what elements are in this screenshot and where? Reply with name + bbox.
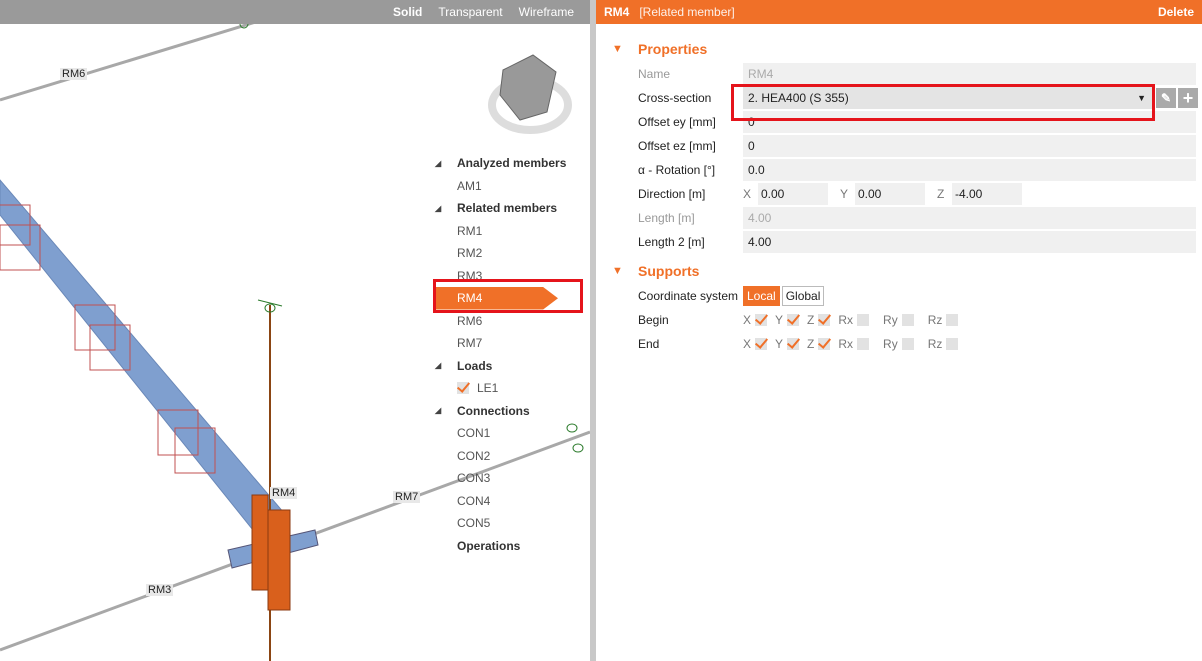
dof-label: Y	[775, 313, 784, 327]
properties-section[interactable]: ▼ Properties	[596, 36, 1202, 62]
dof-label: Rx	[838, 337, 854, 351]
delete-button[interactable]: Delete	[1158, 5, 1194, 19]
model-tree: ◢ Analyzed members AM1 ◢ Related members R…	[432, 152, 587, 557]
panel-title: RM4	[604, 5, 630, 19]
length2-field[interactable]: 4.00	[743, 231, 1196, 253]
add-plus-icon[interactable]: +	[1178, 88, 1198, 108]
direction-z-field[interactable]: -4.00	[952, 183, 1022, 205]
begin-label: Begin	[638, 313, 669, 327]
axis-y-label: Y	[840, 187, 849, 201]
end-rx-checkbox[interactable]	[857, 338, 870, 350]
member-label-rm7: RM7	[393, 491, 421, 503]
end-label: End	[638, 337, 660, 351]
tree-group-analyzed-members[interactable]: ◢ Analyzed members	[432, 152, 587, 175]
offset-ey-label: Offset ey [mm]	[638, 115, 716, 129]
tree-group-operations[interactable]: Operations	[432, 535, 587, 558]
rotation-label: α - Rotation [°]	[638, 163, 716, 177]
supports-section[interactable]: ▼ Supports	[596, 258, 1202, 284]
edit-pencil-icon[interactable]: ✎	[1156, 88, 1176, 108]
begin-supports: X Y Z Rx Ry Rz	[743, 313, 972, 327]
end-z-checkbox[interactable]	[818, 338, 831, 350]
tree-item-con2[interactable]: CON2	[432, 445, 587, 468]
cross-section-label: Cross-section	[638, 91, 712, 105]
dof-label: X	[743, 313, 752, 327]
direction-label: Direction [m]	[638, 187, 706, 201]
collapse-icon[interactable]: ◢	[432, 204, 457, 213]
offset-ez-field[interactable]: 0	[743, 135, 1196, 157]
begin-z-checkbox[interactable]	[818, 314, 831, 326]
end-supports: X Y Z Rx Ry Rz	[743, 337, 972, 351]
length2-label: Length 2 [m]	[638, 235, 705, 249]
dof-label: Rz	[927, 337, 943, 351]
render-mode-bar: Solid Transparent Wireframe	[0, 0, 590, 24]
dof-label: Ry	[883, 337, 898, 351]
dof-label: Rz	[927, 313, 943, 327]
begin-y-checkbox[interactable]	[787, 314, 800, 326]
tree-item-am1[interactable]: AM1	[432, 175, 587, 198]
dof-label: Z	[807, 313, 815, 327]
coordinate-system-label: Coordinate system	[638, 289, 739, 303]
member-label-rm4: RM4	[270, 487, 298, 499]
tree-group-loads[interactable]: ◢ Loads	[432, 355, 587, 378]
dof-label: Ry	[883, 313, 898, 327]
axis-z-label: Z	[937, 187, 945, 201]
panel-subtitle: [Related member]	[639, 5, 735, 19]
name-label: Name	[638, 67, 671, 81]
mode-solid[interactable]: Solid	[393, 5, 422, 19]
end-rz-checkbox[interactable]	[946, 338, 959, 350]
highlight-box	[433, 279, 583, 313]
end-ry-checkbox[interactable]	[901, 338, 914, 350]
tree-item-con4[interactable]: CON4	[432, 490, 587, 513]
dof-label: Y	[775, 337, 784, 351]
load-checkbox[interactable]	[457, 382, 469, 395]
length-label: Length [m]	[638, 211, 695, 225]
length-field: 4.00	[743, 207, 1196, 229]
tree-item-con3[interactable]: CON3	[432, 467, 587, 490]
local-toggle[interactable]: Local	[743, 286, 780, 306]
collapse-arrow-icon[interactable]: ▼	[612, 43, 638, 55]
begin-rz-checkbox[interactable]	[946, 314, 959, 326]
direction-x-field[interactable]: 0.00	[758, 183, 828, 205]
end-y-checkbox[interactable]	[787, 338, 800, 350]
tree-item-rm1[interactable]: RM1	[432, 220, 587, 243]
dof-label: Rx	[838, 313, 854, 327]
highlight-box	[731, 84, 1155, 121]
direction-y-field[interactable]: 0.00	[855, 183, 925, 205]
mode-wireframe[interactable]: Wireframe	[519, 5, 574, 19]
member-label-rm6: RM6	[60, 68, 88, 80]
rotation-field[interactable]: 0.0	[743, 159, 1196, 181]
collapse-icon[interactable]: ◢	[432, 406, 457, 415]
panel-header: RM4 [Related member] Delete	[596, 0, 1202, 24]
dof-label: X	[743, 337, 752, 351]
tree-group-related-members[interactable]: ◢ Related members	[432, 197, 587, 220]
properties-panel: RM4 [Related member] Delete ▼ Properties …	[596, 0, 1202, 661]
3d-viewport[interactable]: RM6 RM4 RM7 RM3 Solid Transparent Wirefr…	[0, 0, 590, 661]
collapse-arrow-icon[interactable]: ▼	[612, 265, 638, 277]
tree-item-con1[interactable]: CON1	[432, 422, 587, 445]
view-cube-icon[interactable]	[488, 54, 572, 134]
begin-ry-checkbox[interactable]	[901, 314, 914, 326]
tree-item-rm2[interactable]: RM2	[432, 242, 587, 265]
tree-item-rm7[interactable]: RM7	[432, 332, 587, 355]
global-toggle[interactable]: Global	[781, 286, 825, 306]
begin-rx-checkbox[interactable]	[857, 314, 870, 326]
member-label-rm3: RM3	[146, 584, 174, 596]
name-field: RM4	[743, 63, 1196, 85]
tree-item-con5[interactable]: CON5	[432, 512, 587, 535]
begin-x-checkbox[interactable]	[755, 314, 768, 326]
mode-transparent[interactable]: Transparent	[438, 5, 502, 19]
offset-ez-label: Offset ez [mm]	[638, 139, 716, 153]
end-x-checkbox[interactable]	[755, 338, 768, 350]
dof-label: Z	[807, 337, 815, 351]
member-am1[interactable]	[0, 179, 291, 546]
axis-x-label: X	[743, 187, 752, 201]
tree-group-connections[interactable]: ◢ Connections	[432, 400, 587, 423]
collapse-icon[interactable]: ◢	[432, 159, 457, 168]
tree-item-le1[interactable]: LE1	[432, 377, 587, 400]
collapse-icon[interactable]: ◢	[432, 361, 457, 370]
